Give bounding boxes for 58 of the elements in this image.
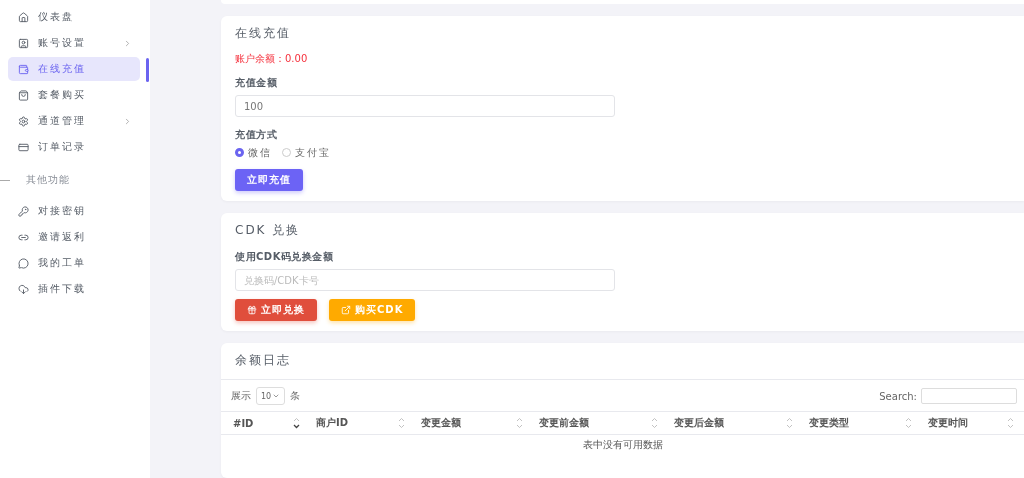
settings-icon [18,115,29,127]
chat-bubble-icon [18,257,29,269]
wallet-icon [18,63,29,75]
external-link-icon [341,305,351,315]
sidebar-item[interactable]: 通道管理 [8,109,140,133]
show-label: 展示 [231,389,251,403]
column-header[interactable]: 变更前金额 [527,412,662,434]
sidebar-item[interactable]: 对接密钥 [8,199,140,223]
column-header[interactable]: #ID [221,412,304,434]
column-header[interactable]: 变更后金额 [662,412,797,434]
recharge-button[interactable]: 立即充值 [235,169,303,191]
column-header[interactable]: 变更类型 [797,412,916,434]
search-label: Search: [879,390,917,402]
search-field[interactable] [921,388,1017,404]
sidebar-item[interactable]: 我的工单 [8,251,140,275]
field-label: 充值方式 [235,129,278,141]
sort-icon [786,417,793,429]
card-title: 余额日志 [235,353,292,368]
amount-field[interactable]: 100 [235,95,615,117]
sidebar-item[interactable]: 邀请返利 [8,225,140,249]
scroll-indicator [146,58,149,82]
radio-option[interactable]: 微信 [235,146,272,159]
column-header[interactable]: 变更时间 [916,412,1018,434]
cloud-download-icon [18,283,29,295]
column-header[interactable]: 变更金额 [409,412,527,434]
page-size-select[interactable]: 10 [256,387,286,405]
sidebar-item[interactable]: 插件下载 [8,277,140,301]
sort-icon [293,417,300,429]
bag-icon [18,89,29,101]
sort-icon [1007,417,1014,429]
sidebar-item[interactable]: 套餐购买 [8,83,140,107]
sidebar-item[interactable]: 账号设置 [8,31,140,55]
house-icon [18,11,29,23]
sort-icon [905,417,912,429]
sort-icon [651,417,658,429]
card-title: CDK 兑换 [235,223,302,238]
unit-label: 条 [290,389,301,403]
sort-icon [516,417,523,429]
sidebar-item[interactable]: 在线充值 [8,57,140,81]
sort-icon [398,417,405,429]
key-icon [18,205,29,217]
caret-icon [272,392,281,400]
column-header[interactable]: 商户ID [304,412,409,434]
balance-text: 账户余额：0.00 [235,53,309,65]
field-label: 充值金额 [235,77,278,89]
chevron-icon [123,116,132,126]
field-label: 使用CDK码兑换金额 [235,251,335,263]
redeem-button[interactable]: 立即兑换 [235,299,317,321]
radio-option[interactable]: 支付宝 [282,146,331,159]
empty-table-message: 表中没有可用数据 [581,438,664,452]
contact-card-icon [18,37,29,49]
card-title: 在线充值 [235,26,292,41]
sidebar-item[interactable]: 订单记录 [8,135,140,159]
gift-icon [247,305,257,315]
section-label: 其他功能 [26,173,70,187]
card-icon [18,141,29,153]
chevron-icon [123,38,132,48]
sidebar-item[interactable]: 仪表盘 [8,5,140,29]
